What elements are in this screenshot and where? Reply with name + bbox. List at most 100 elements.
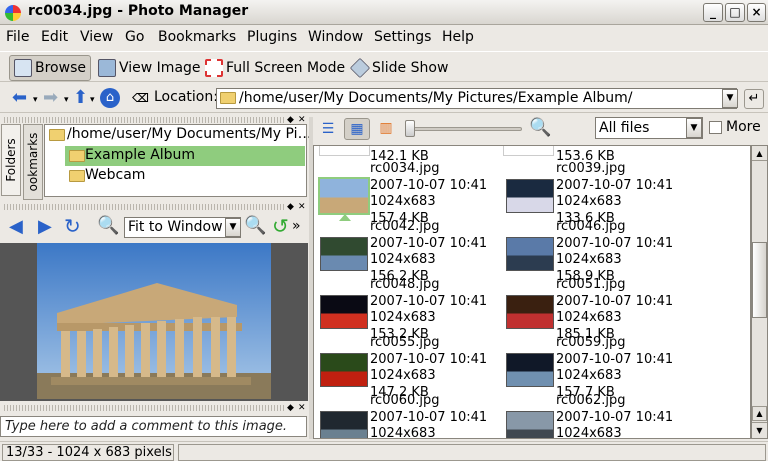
more-tools-icon[interactable]: »: [292, 218, 301, 234]
menu-window[interactable]: Window: [308, 29, 363, 45]
location-dropdown-button[interactable]: ▼: [722, 89, 738, 108]
zoom-in-icon[interactable]: 🔍: [97, 217, 119, 235]
file-filter-dropdown-button[interactable]: ▼: [686, 118, 702, 138]
slide-show-icon: [349, 57, 371, 79]
menu-file[interactable]: File: [6, 29, 29, 45]
thumbnail-date: 2007-10-07 10:41: [556, 293, 674, 309]
location-path: /home/user/My Documents/My Pictures/Exam…: [239, 90, 633, 106]
zoom-mode-dropdown-button[interactable]: ▼: [225, 218, 241, 237]
slider-handle[interactable]: [405, 120, 415, 137]
zoom-out-icon[interactable]: 🔍: [244, 217, 266, 235]
panel-grip[interactable]: [4, 204, 284, 210]
scroll-down-button[interactable]: ▼: [752, 422, 767, 437]
location-input[interactable]: /home/user/My Documents/My Pictures/Exam…: [216, 88, 737, 109]
menu-help[interactable]: Help: [442, 29, 474, 45]
thumbnail-grid[interactable]: 142.1 KB 153.6 KB rc0034.jpg 2007-10-07 1…: [313, 145, 751, 439]
thumbnail-info: rc0046.jpg 2007-10-07 10:41 1024x683 158.9 …: [556, 219, 673, 285]
thumbnail-name: rc0039.jpg: [556, 161, 626, 176]
panel-close-icon[interactable]: ✕: [298, 404, 306, 413]
partial-thumbnail: [503, 146, 554, 156]
icon-view-icon[interactable]: ▦: [344, 118, 370, 140]
thumbnail-item[interactable]: rc0042.jpg 2007-10-07 10:41 1024x683 156.2 …: [314, 219, 514, 284]
panel-float-icon[interactable]: ◆: [287, 203, 294, 212]
panel-float-icon[interactable]: ◆: [287, 116, 294, 125]
full-screen-button[interactable]: Full Screen Mode: [200, 55, 350, 81]
list-view-icon[interactable]: ☰: [316, 118, 340, 140]
menu-plugins[interactable]: Plugins: [247, 29, 297, 45]
thumbnail-item[interactable]: rc0051.jpg 2007-10-07 10:41 1024x683 185.1 …: [500, 277, 700, 342]
status-text: 13/33 - 1024 x 683 pixels: [2, 444, 174, 461]
scroll-up-button-lower[interactable]: ▲: [752, 406, 767, 421]
tree-item-example-album[interactable]: Example Album: [65, 146, 305, 166]
detail-view-icon[interactable]: ▥: [374, 118, 398, 140]
thumbnail-image: [506, 411, 554, 438]
thumbnail-item[interactable]: rc0048.jpg 2007-10-07 10:41 1024x683 153.2 …: [314, 277, 514, 342]
thumbnail-dims: 1024x683: [370, 426, 436, 439]
tree-root[interactable]: /home/user/My Documents/My Pi…: [67, 126, 312, 142]
next-image-icon[interactable]: ▶: [38, 218, 52, 236]
tree-item-webcam[interactable]: Webcam: [65, 166, 305, 186]
thumbnail-image: [506, 179, 554, 213]
thumbnail-item[interactable]: rc0055.jpg 2007-10-07 10:41 1024x683 147.2 …: [314, 335, 514, 400]
thumbnail-item[interactable]: rc0059.jpg 2007-10-07 10:41 1024x683 157.7 …: [500, 335, 700, 400]
slide-show-button[interactable]: Slide Show: [346, 55, 453, 81]
reload-icon[interactable]: ↻: [64, 216, 81, 236]
tab-folders[interactable]: Folders: [1, 124, 21, 196]
up-arrow-icon[interactable]: ⬆: [73, 89, 88, 107]
scroll-thumb[interactable]: [752, 242, 767, 318]
maximize-button[interactable]: □: [725, 3, 745, 22]
clear-location-icon[interactable]: ⌫: [132, 91, 149, 105]
comment-input[interactable]: Type here to add a comment to this image…: [0, 416, 307, 437]
panel-grip[interactable]: [4, 117, 284, 123]
minimize-button[interactable]: _: [703, 3, 723, 22]
menu-view[interactable]: View: [80, 29, 113, 45]
scroll-up-button[interactable]: ▲: [752, 146, 767, 161]
thumbnail-image: [320, 237, 368, 271]
thumbnail-date: 2007-10-07 10:41: [556, 409, 674, 425]
home-icon[interactable]: ⌂: [100, 88, 120, 108]
thumbnail-name: rc0059.jpg: [556, 335, 626, 350]
thumbnail-name: rc0055.jpg: [370, 335, 440, 350]
preview-image: [37, 243, 271, 399]
folder-open-icon: [69, 150, 85, 162]
go-location-button[interactable]: ↵: [744, 89, 764, 109]
previous-image-icon[interactable]: ◀: [9, 218, 23, 236]
panel-float-icon[interactable]: ◆: [287, 404, 294, 413]
menu-edit[interactable]: Edit: [41, 29, 68, 45]
panel-close-icon[interactable]: ✕: [298, 116, 306, 125]
forward-arrow-icon[interactable]: ➡: [43, 89, 58, 107]
folder-tree[interactable]: /home/user/My Documents/My Pi… Example A…: [44, 124, 312, 197]
thumbnail-info: rc0034.jpg 2007-10-07 10:41 1024x683 157.4 …: [370, 161, 487, 227]
menu-bookmarks[interactable]: Bookmarks: [158, 29, 236, 45]
thumbnail-info: rc0039.jpg 2007-10-07 10:41 1024x683 133.6 …: [556, 161, 673, 227]
image-icon: [98, 59, 116, 77]
tab-bookmarks[interactable]: ookmarks: [23, 124, 43, 200]
thumbnail-size-slider[interactable]: [406, 127, 522, 131]
menu-go[interactable]: Go: [125, 29, 144, 45]
thumbnail-scrollbar[interactable]: ▲ ▲ ▼: [751, 145, 768, 439]
thumbnail-image: [506, 295, 554, 329]
thumbnail-item[interactable]: rc0060.jpg 2007-10-07 10:41 1024x683: [314, 393, 514, 439]
thumbnail-item[interactable]: rc0034.jpg 2007-10-07 10:41 1024x683 157.4 …: [314, 161, 514, 226]
thumbnail-item[interactable]: rc0062.jpg 2007-10-07 10:41 1024x683: [500, 393, 700, 438]
search-icon[interactable]: 🔍: [529, 117, 551, 138]
rotate-icon[interactable]: ↺: [272, 216, 289, 236]
panel-close-icon[interactable]: ✕: [298, 203, 306, 212]
panel-grip[interactable]: [4, 405, 284, 411]
menu-settings[interactable]: Settings: [374, 29, 431, 45]
thumbnail-image: [320, 411, 368, 438]
status-bar: 13/33 - 1024 x 683 pixels: [0, 441, 768, 461]
close-button[interactable]: ×: [747, 3, 766, 22]
thumbnail-name: rc0034.jpg: [370, 161, 440, 176]
browse-button[interactable]: Browse: [9, 55, 91, 81]
thumbnail-item[interactable]: rc0039.jpg 2007-10-07 10:41 1024x683 133.6 …: [500, 161, 700, 226]
title-bar[interactable]: rc0034.jpg - Photo Manager _ □ ×: [0, 0, 768, 25]
zoom-mode-select[interactable]: Fit to Window: [124, 217, 241, 238]
view-image-button[interactable]: View Image: [93, 55, 206, 81]
thumbnail-date: 2007-10-07 10:41: [556, 351, 674, 367]
more-checkbox[interactable]: [709, 121, 722, 134]
folder-icon: [69, 170, 85, 182]
back-arrow-icon[interactable]: ⬅: [12, 89, 27, 107]
thumbnail-item[interactable]: rc0046.jpg 2007-10-07 10:41 1024x683 158.9 …: [500, 219, 700, 284]
thumbnail-dims: 1024x683: [556, 194, 622, 209]
